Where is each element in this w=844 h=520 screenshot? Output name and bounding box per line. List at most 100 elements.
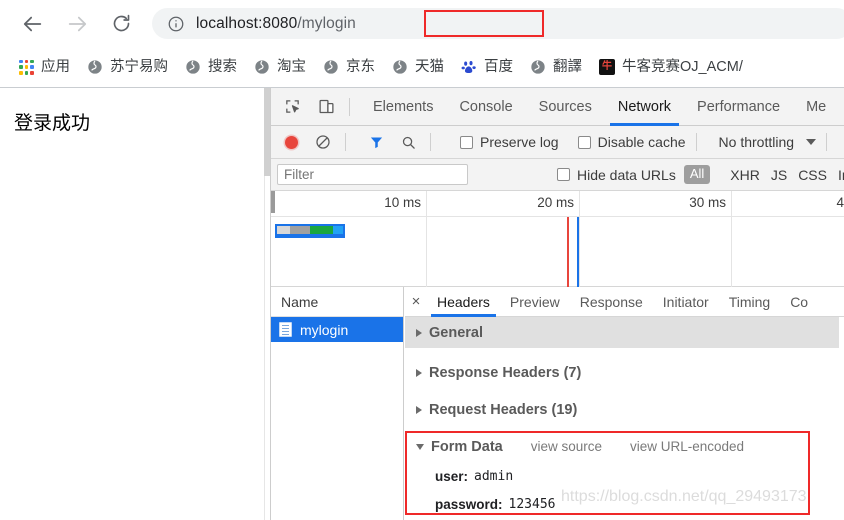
toolbar-divider — [430, 133, 431, 151]
network-content-split: Name mylogin × Headers Preview Response … — [271, 287, 844, 520]
close-icon[interactable]: × — [405, 287, 427, 317]
globe-icon — [324, 60, 338, 74]
reload-icon — [113, 14, 129, 32]
filter-toggle-button[interactable] — [364, 130, 388, 154]
tab-label: Sources — [538, 98, 592, 115]
clear-button[interactable] — [311, 130, 335, 154]
tab-memory[interactable]: Me — [793, 88, 839, 126]
waterfall-segment-ttfb — [310, 226, 333, 234]
filter-type-js[interactable]: JS — [771, 167, 787, 183]
tab-elements[interactable]: Elements — [360, 88, 446, 126]
tab-label: Me — [806, 98, 827, 115]
tab-performance[interactable]: Performance — [684, 88, 793, 126]
hide-data-urls-label: Hide data URLs — [577, 166, 676, 183]
forward-arrow-icon — [68, 16, 87, 31]
bookmark-label: 搜索 — [208, 58, 237, 75]
section-label: Response Headers (7) — [429, 364, 582, 381]
device-toolbar-icon — [318, 99, 334, 114]
overview-left-handle[interactable] — [271, 191, 275, 213]
inspect-element-button[interactable] — [279, 94, 305, 120]
disable-cache-checkbox[interactable]: Disable cache — [571, 135, 686, 149]
table-row[interactable]: mylogin — [271, 317, 403, 342]
bookmark-tmall[interactable]: 天猫 — [385, 54, 451, 80]
tab-sources[interactable]: Sources — [526, 88, 605, 126]
device-toolbar-button[interactable] — [313, 94, 339, 120]
filter-input[interactable] — [277, 164, 468, 185]
hide-data-urls-checkbox[interactable]: Hide data URLs — [550, 168, 676, 182]
back-button[interactable] — [14, 5, 52, 43]
form-data-key: password: — [435, 496, 503, 512]
section-request-headers[interactable]: Request Headers (19) — [405, 394, 844, 425]
filter-type-xhr[interactable]: XHR — [730, 167, 760, 183]
detail-tab-headers[interactable]: Headers — [427, 287, 500, 317]
form-data-key: user: — [435, 468, 469, 484]
network-overview[interactable]: 10 ms 20 ms 30 ms 4 — [271, 191, 844, 287]
search-button[interactable] — [396, 130, 420, 154]
section-general[interactable]: General — [405, 317, 844, 348]
throttling-select-value[interactable]: No throttling — [719, 134, 794, 150]
bookmark-label: 淘宝 — [277, 58, 306, 75]
checkbox-box[interactable] — [557, 168, 570, 181]
detail-tab-timing[interactable]: Timing — [719, 287, 781, 317]
bookmark-nowcoder[interactable]: 牛 牛客竞赛OJ_ACM/ — [592, 54, 750, 80]
section-response-headers[interactable]: Response Headers (7) — [405, 357, 844, 388]
funnel-icon — [370, 137, 382, 148]
bookmark-translate[interactable]: 翻譯 — [523, 54, 589, 80]
tab-console[interactable]: Console — [446, 88, 525, 126]
load-event-line — [567, 217, 569, 287]
section-label: Form Data — [431, 438, 503, 455]
detail-tab-cookies[interactable]: Co — [780, 287, 818, 317]
url-annotation-highlight — [424, 10, 544, 37]
info-circle-icon[interactable] — [167, 15, 185, 33]
view-url-encoded-link[interactable]: view URL-encoded — [630, 439, 744, 454]
chevron-down-icon[interactable] — [806, 139, 817, 145]
chevron-down-icon — [416, 443, 424, 450]
form-data-row-user: user: admin — [405, 462, 844, 490]
view-source-link[interactable]: view source — [531, 439, 602, 454]
devtools-panel: Elements Console Sources Network Perform… — [270, 87, 844, 520]
filter-type-css[interactable]: CSS — [798, 167, 827, 183]
waterfall-segment-queued — [277, 226, 290, 234]
form-data-value: admin — [474, 468, 514, 484]
detail-tab-preview[interactable]: Preview — [500, 287, 570, 317]
page-body-text: 登录成功 — [14, 112, 91, 134]
detail-tab-response[interactable]: Response — [570, 287, 653, 317]
bookmark-search[interactable]: 搜索 — [178, 54, 244, 80]
bookmark-label: 天猫 — [415, 58, 444, 75]
preserve-log-checkbox[interactable]: Preserve log — [453, 135, 559, 149]
bookmark-label: 应用 — [41, 58, 70, 75]
dom-content-loaded-line — [577, 217, 579, 287]
detail-scrollbar[interactable] — [839, 317, 844, 520]
reload-button[interactable] — [102, 5, 140, 43]
detail-tab-initiator[interactable]: Initiator — [653, 287, 719, 317]
inspect-element-icon — [285, 100, 299, 113]
toolbar-divider — [826, 133, 828, 151]
tab-label: Preview — [509, 293, 560, 310]
bookmark-baidu[interactable]: 百度 — [454, 54, 520, 80]
back-arrow-icon — [23, 16, 42, 31]
chevron-right-icon — [416, 405, 422, 414]
globe-icon — [186, 60, 200, 74]
record-button[interactable] — [279, 130, 303, 154]
overview-tick-label: 30 ms — [689, 195, 726, 210]
bookmark-suning[interactable]: 苏宁易购 — [80, 54, 175, 80]
tab-label: Console — [459, 98, 513, 115]
checkbox-box[interactable] — [577, 135, 591, 149]
forward-button[interactable] — [58, 5, 96, 43]
devtools-tabbar: Elements Console Sources Network Perform… — [271, 88, 844, 126]
filter-type-all[interactable]: All — [683, 165, 711, 184]
globe-icon — [393, 60, 407, 74]
bookmark-label: 牛客竞赛OJ_ACM/ — [622, 58, 743, 75]
form-data-links: view source view URL-encoded — [503, 439, 744, 454]
bookmark-apps[interactable]: 应用 — [12, 54, 77, 80]
checkbox-box[interactable] — [460, 135, 473, 149]
tab-network[interactable]: Network — [605, 88, 684, 126]
search-icon — [402, 136, 415, 149]
section-form-data[interactable]: Form Data view source view URL-encoded — [405, 431, 844, 462]
filter-type-img[interactable]: Img — [838, 167, 844, 183]
bookmark-taobao[interactable]: 淘宝 — [247, 54, 313, 80]
bookmark-jd[interactable]: 京东 — [316, 54, 382, 80]
requests-column-header[interactable]: Name — [271, 287, 403, 317]
url-path: /mylogin — [297, 14, 356, 32]
apps-grid-icon — [19, 59, 34, 75]
